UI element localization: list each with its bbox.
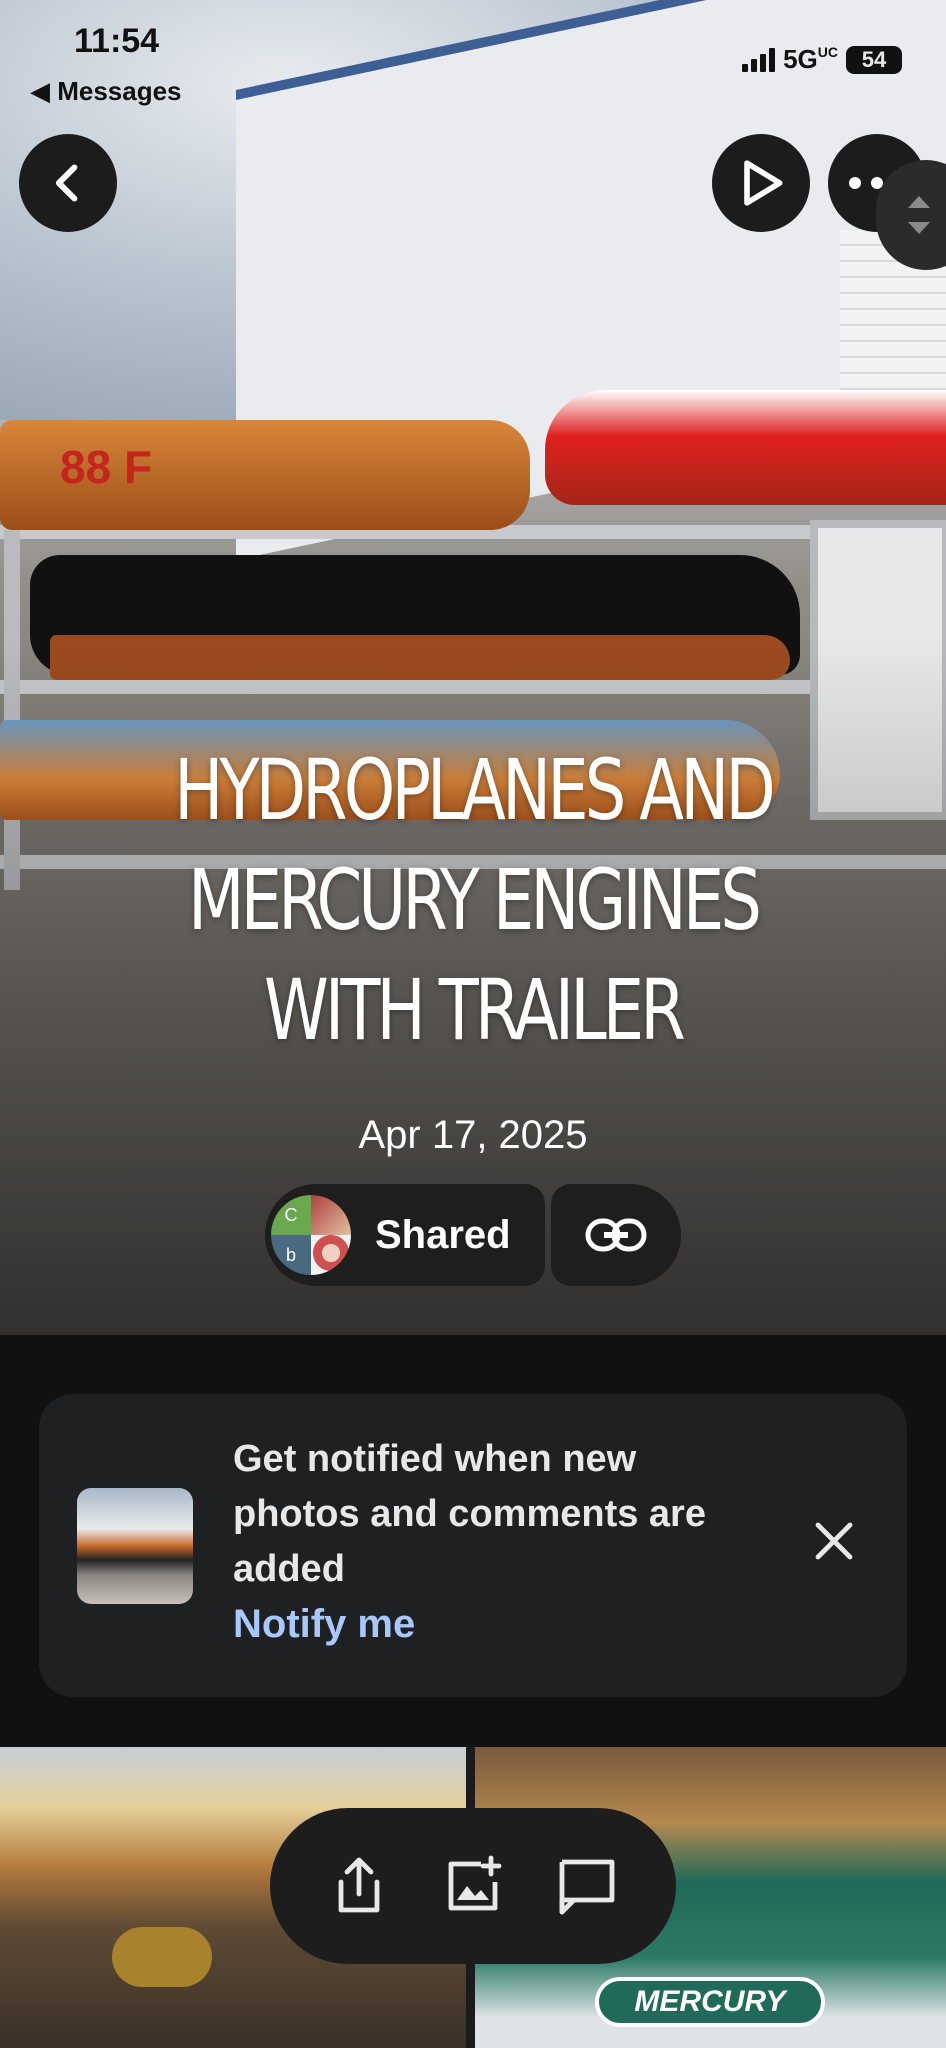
boat-number: 88 F [60,441,153,493]
status-time: 11:54 [74,22,160,60]
dismiss-notification-button[interactable] [799,1506,869,1576]
share-button[interactable] [314,1841,404,1931]
shared-button[interactable]: C b Shared [265,1184,545,1286]
shared-members-avatars: C b [271,1195,351,1275]
comment-button[interactable] [542,1841,632,1931]
hydroplane-boat-red [545,390,946,505]
engine-shape [112,1927,212,1987]
notify-me-button[interactable]: Notify me [233,1602,415,1647]
avatar: C [271,1195,311,1235]
scroll-handle-icon [908,196,930,234]
add-photos-button[interactable] [428,1841,518,1931]
link-icon [585,1218,647,1252]
close-icon [815,1522,853,1560]
avatar [311,1235,351,1275]
notification-text: Get notified when new photos and comment… [233,1438,706,1590]
add-photo-icon [448,1855,502,1911]
network-type: 5GUC [783,44,838,74]
back-button[interactable] [19,134,117,232]
album-title[interactable]: HYDROPLANES AND MERCURY ENGINES WITH TRA… [159,735,788,1065]
play-icon [744,160,783,206]
bottom-action-bar [270,1808,676,1964]
copy-link-button[interactable] [551,1184,681,1286]
chevron-left-icon [55,164,78,202]
slideshow-play-button[interactable] [712,134,810,232]
comment-icon [559,1859,615,1915]
avatar: b [271,1235,311,1275]
shared-label: Shared [375,1212,511,1257]
status-indicators: 5GUC 54 [742,44,902,75]
avatar [311,1195,351,1235]
signal-strength-icon [742,47,776,72]
album-date: Apr 17, 2025 [358,1113,588,1157]
album-thumbnail [77,1488,193,1604]
back-to-messages-link[interactable]: ◀ Messages [30,76,182,107]
mercury-engine-label: MERCURY [595,1977,825,2027]
notification-card: Get notified when new photos and comment… [39,1394,907,1697]
share-icon [338,1857,380,1913]
battery-icon: 54 [846,45,902,74]
